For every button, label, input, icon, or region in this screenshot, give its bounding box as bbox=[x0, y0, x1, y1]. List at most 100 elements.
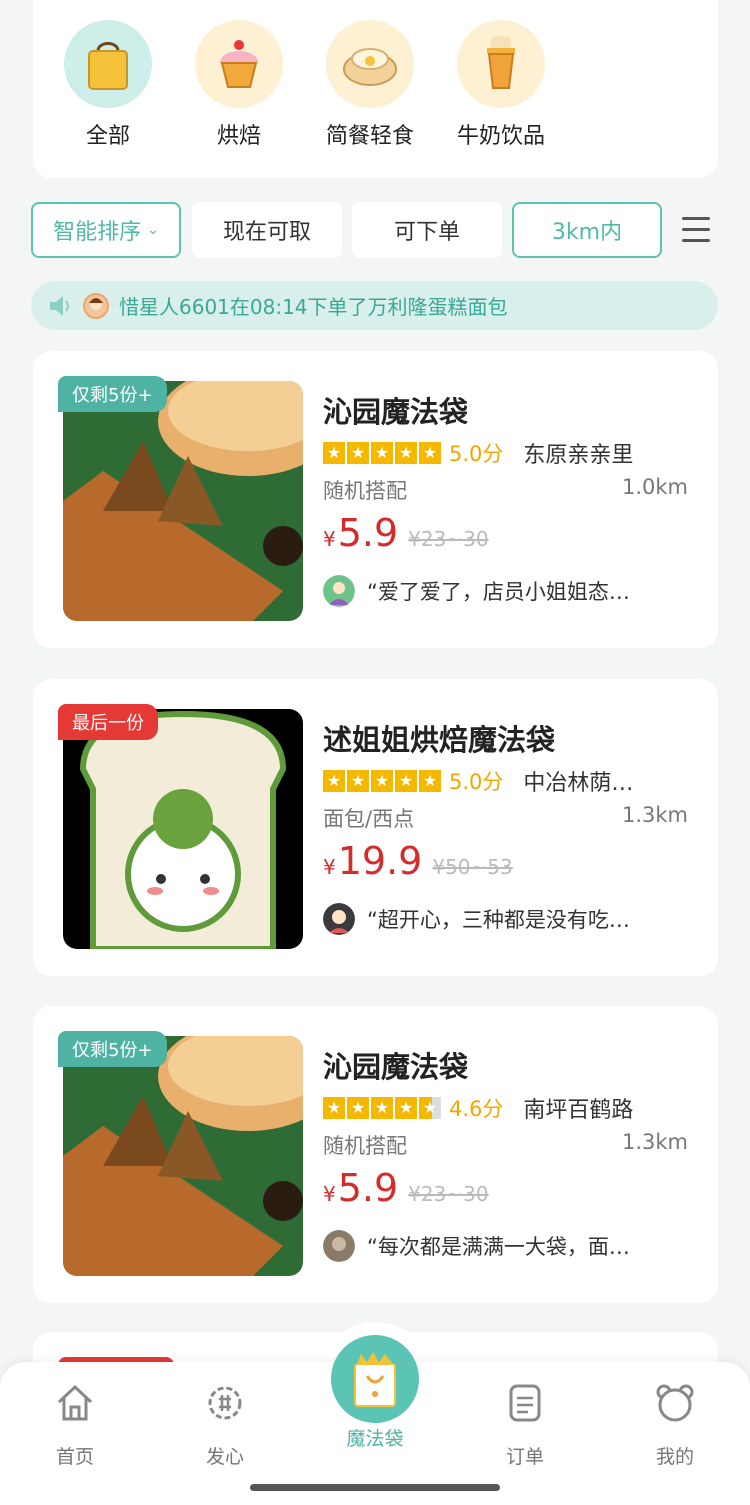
magic-bag-icon bbox=[354, 1352, 396, 1407]
heart-badge-icon bbox=[208, 1386, 242, 1420]
sort-dropdown[interactable]: 智能排序 ⌄ bbox=[31, 202, 181, 258]
star-icon: ★ bbox=[323, 770, 345, 792]
tab-faxin[interactable]: 发心 bbox=[175, 1382, 275, 1469]
listing-name: 沁园魔法袋 bbox=[323, 1050, 469, 1084]
review-snippet: “超开心，三种都是没有吃… bbox=[323, 903, 630, 935]
listing-card[interactable]: 仅剩5份+ 沁园魔法袋 ★ ★ ★ ★ ★ 4.6分 南坪百鹤路 随机搭配 1.3km … bbox=[33, 1006, 718, 1303]
rating-row: ★ ★ ★ ★ ★ 5.0分 东原亲亲里 bbox=[323, 437, 633, 469]
stock-badge: 最后一份 bbox=[58, 704, 158, 740]
speaker-icon bbox=[50, 295, 69, 316]
star-icon: ★ bbox=[347, 442, 369, 464]
listing-category: 随机搭配 bbox=[323, 1134, 407, 1158]
listing-distance: 1.3km bbox=[621, 803, 688, 827]
star-icon: ★ bbox=[371, 770, 393, 792]
magic-bag-button[interactable] bbox=[331, 1335, 419, 1423]
review-text: “爱了爱了，店员小姐姐态… bbox=[367, 580, 630, 604]
tab-label: 我的 bbox=[655, 1446, 694, 1468]
star-icon: ★ bbox=[347, 1097, 369, 1119]
category-all[interactable]: 全部 bbox=[58, 20, 158, 150]
listing-image bbox=[63, 381, 303, 621]
rating-score: 5.0分 bbox=[449, 770, 504, 794]
category-light-meal[interactable]: 简餐轻食 bbox=[320, 20, 420, 150]
category-label: 烘焙 bbox=[216, 124, 261, 149]
star-icon: ★ bbox=[347, 770, 369, 792]
tab-label: 发心 bbox=[205, 1446, 244, 1468]
category-label: 全部 bbox=[85, 124, 130, 149]
notice-text: 惜星人6601在08:14下单了万利隆蛋糕面包 bbox=[119, 295, 508, 319]
currency-symbol: ¥ bbox=[323, 1182, 336, 1206]
home-icon bbox=[57, 1384, 93, 1421]
price-value: 19.9 bbox=[337, 839, 423, 883]
star-icon: ★ bbox=[395, 442, 417, 464]
cupcake-icon bbox=[195, 20, 283, 108]
star-icon: ★ bbox=[371, 442, 393, 464]
star-icon: ★ bbox=[323, 442, 345, 464]
rating-row: ★ ★ ★ ★ ★ 4.6分 南坪百鹤路 bbox=[323, 1092, 633, 1124]
category-bakery[interactable]: 烘焙 bbox=[189, 20, 289, 150]
listing-image bbox=[63, 1036, 303, 1276]
listing-name: 沁园魔法袋 bbox=[323, 395, 469, 429]
listing-distance: 1.0km bbox=[621, 475, 688, 499]
currency-symbol: ¥ bbox=[323, 527, 336, 551]
price-value: 5.9 bbox=[337, 511, 399, 555]
avatar bbox=[323, 1230, 355, 1262]
category-drinks[interactable]: 牛奶饮品 bbox=[451, 20, 551, 150]
store-address: 东原亲亲里 bbox=[523, 443, 634, 468]
tab-label: 订单 bbox=[505, 1446, 544, 1468]
rating-score: 5.0分 bbox=[449, 442, 504, 466]
category-label: 简餐轻食 bbox=[325, 124, 414, 149]
filter-available-now[interactable]: 现在可取 bbox=[192, 202, 342, 258]
tab-label: 首页 bbox=[55, 1446, 94, 1468]
star-icon: ★ bbox=[323, 1097, 345, 1119]
stock-badge: 仅剩5份+ bbox=[58, 1031, 167, 1067]
order-list-icon bbox=[509, 1384, 541, 1422]
review-snippet: “爱了爱了，店员小姐姐态… bbox=[323, 575, 630, 607]
price-value: 5.9 bbox=[337, 1166, 399, 1210]
rating-score: 4.6分 bbox=[449, 1097, 504, 1121]
listing-category: 随机搭配 bbox=[323, 479, 407, 503]
star-icon: ★ bbox=[419, 442, 441, 464]
tab-orders[interactable]: 订单 bbox=[475, 1382, 575, 1469]
tab-home[interactable]: 首页 bbox=[25, 1382, 125, 1469]
chevron-down-icon: ⌄ bbox=[147, 222, 159, 238]
tab-label: 魔法袋 bbox=[346, 1428, 404, 1450]
listing-distance: 1.3km bbox=[621, 1130, 688, 1154]
avatar bbox=[323, 903, 355, 935]
avatar bbox=[83, 292, 109, 319]
original-price: ¥50~53 bbox=[432, 855, 513, 879]
store-address: 南坪百鹤路 bbox=[523, 1098, 634, 1123]
half-star-icon: ★ bbox=[419, 1097, 441, 1119]
listing-image bbox=[63, 709, 303, 949]
original-price: ¥23~30 bbox=[408, 1182, 489, 1206]
review-text: “超开心，三种都是没有吃… bbox=[367, 908, 630, 932]
price: ¥ 19.9 ¥50~53 bbox=[323, 839, 513, 883]
star-icon: ★ bbox=[395, 1097, 417, 1119]
stock-badge: 仅剩5份+ bbox=[58, 376, 167, 412]
star-icon: ★ bbox=[419, 770, 441, 792]
profile-icon bbox=[656, 1384, 694, 1422]
home-indicator bbox=[250, 1484, 500, 1491]
category-label: 牛奶饮品 bbox=[456, 124, 545, 149]
price: ¥ 5.9 ¥23~30 bbox=[323, 1166, 489, 1210]
filter-distance[interactable]: 3km内 bbox=[512, 202, 662, 258]
avatar bbox=[323, 575, 355, 607]
star-icon: ★ bbox=[371, 1097, 393, 1119]
category-panel: 全部 烘焙 简餐轻食 牛奶饮品 bbox=[33, 0, 718, 178]
filter-orderable[interactable]: 可下单 bbox=[352, 202, 502, 258]
order-notice-banner: 惜星人6601在08:14下单了万利隆蛋糕面包 bbox=[31, 281, 718, 330]
original-price: ¥23~30 bbox=[408, 527, 489, 551]
sort-label: 智能排序 bbox=[53, 220, 142, 245]
store-address: 中冶林荫… bbox=[523, 771, 634, 796]
listing-name: 述姐姐烘焙魔法袋 bbox=[323, 723, 556, 757]
shopping-bag-icon bbox=[64, 20, 152, 108]
listing-card[interactable]: 最后一份 述姐姐烘焙魔法袋 ★ ★ ★ ★ ★ 5.0分 中冶林荫… 面包/西点 1.3… bbox=[33, 679, 718, 976]
price: ¥ 5.9 ¥23~30 bbox=[323, 511, 489, 555]
dumpling-basket-icon bbox=[326, 20, 414, 108]
review-text: “每次都是满满一大袋，面… bbox=[367, 1235, 630, 1259]
tab-profile[interactable]: 我的 bbox=[625, 1382, 725, 1469]
rating-row: ★ ★ ★ ★ ★ 5.0分 中冶林荫… bbox=[323, 765, 633, 797]
listing-category: 面包/西点 bbox=[323, 807, 415, 831]
menu-icon[interactable] bbox=[682, 217, 710, 243]
review-snippet: “每次都是满满一大袋，面… bbox=[323, 1230, 630, 1262]
listing-card[interactable]: 仅剩5份+ 沁园魔法袋 ★ ★ ★ ★ ★ 5.0分 东原亲亲里 随机搭配 1.0km … bbox=[33, 351, 718, 648]
